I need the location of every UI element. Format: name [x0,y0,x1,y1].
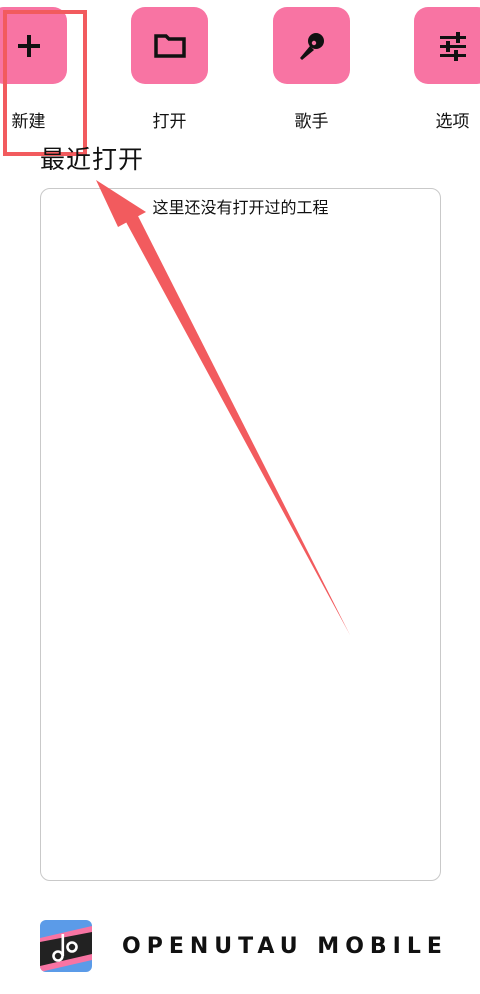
sliders-icon [439,31,466,61]
app-brand-name: OPENUTAU MOBILE [122,933,448,959]
plus-icon [17,34,40,57]
options-label: 选项 [435,112,470,132]
open-project-button[interactable] [131,7,208,84]
new-project-tool: 新建 [0,7,67,132]
folder-icon [153,33,186,58]
recent-projects-list[interactable]: 这里还没有打开过的工程 [40,188,441,881]
microphone-icon [299,32,324,60]
new-project-button[interactable] [0,7,67,84]
singer-button[interactable] [273,7,350,84]
empty-list-message: 这里还没有打开过的工程 [152,198,329,217]
singer-label: 歌手 [294,112,329,132]
toolbar: 新建 打开 歌手 选项 [0,0,480,135]
singer-tool: 歌手 [273,7,350,132]
footer: OPENUTAU MOBILE [40,920,448,972]
options-button[interactable] [414,7,480,84]
options-tool: 选项 [414,7,480,132]
new-project-label: 新建 [11,112,46,132]
openutau-logo-icon [40,920,92,972]
open-project-label: 打开 [152,112,187,132]
recent-projects-title: 最近打开 [40,145,145,174]
open-project-tool: 打开 [131,7,208,132]
